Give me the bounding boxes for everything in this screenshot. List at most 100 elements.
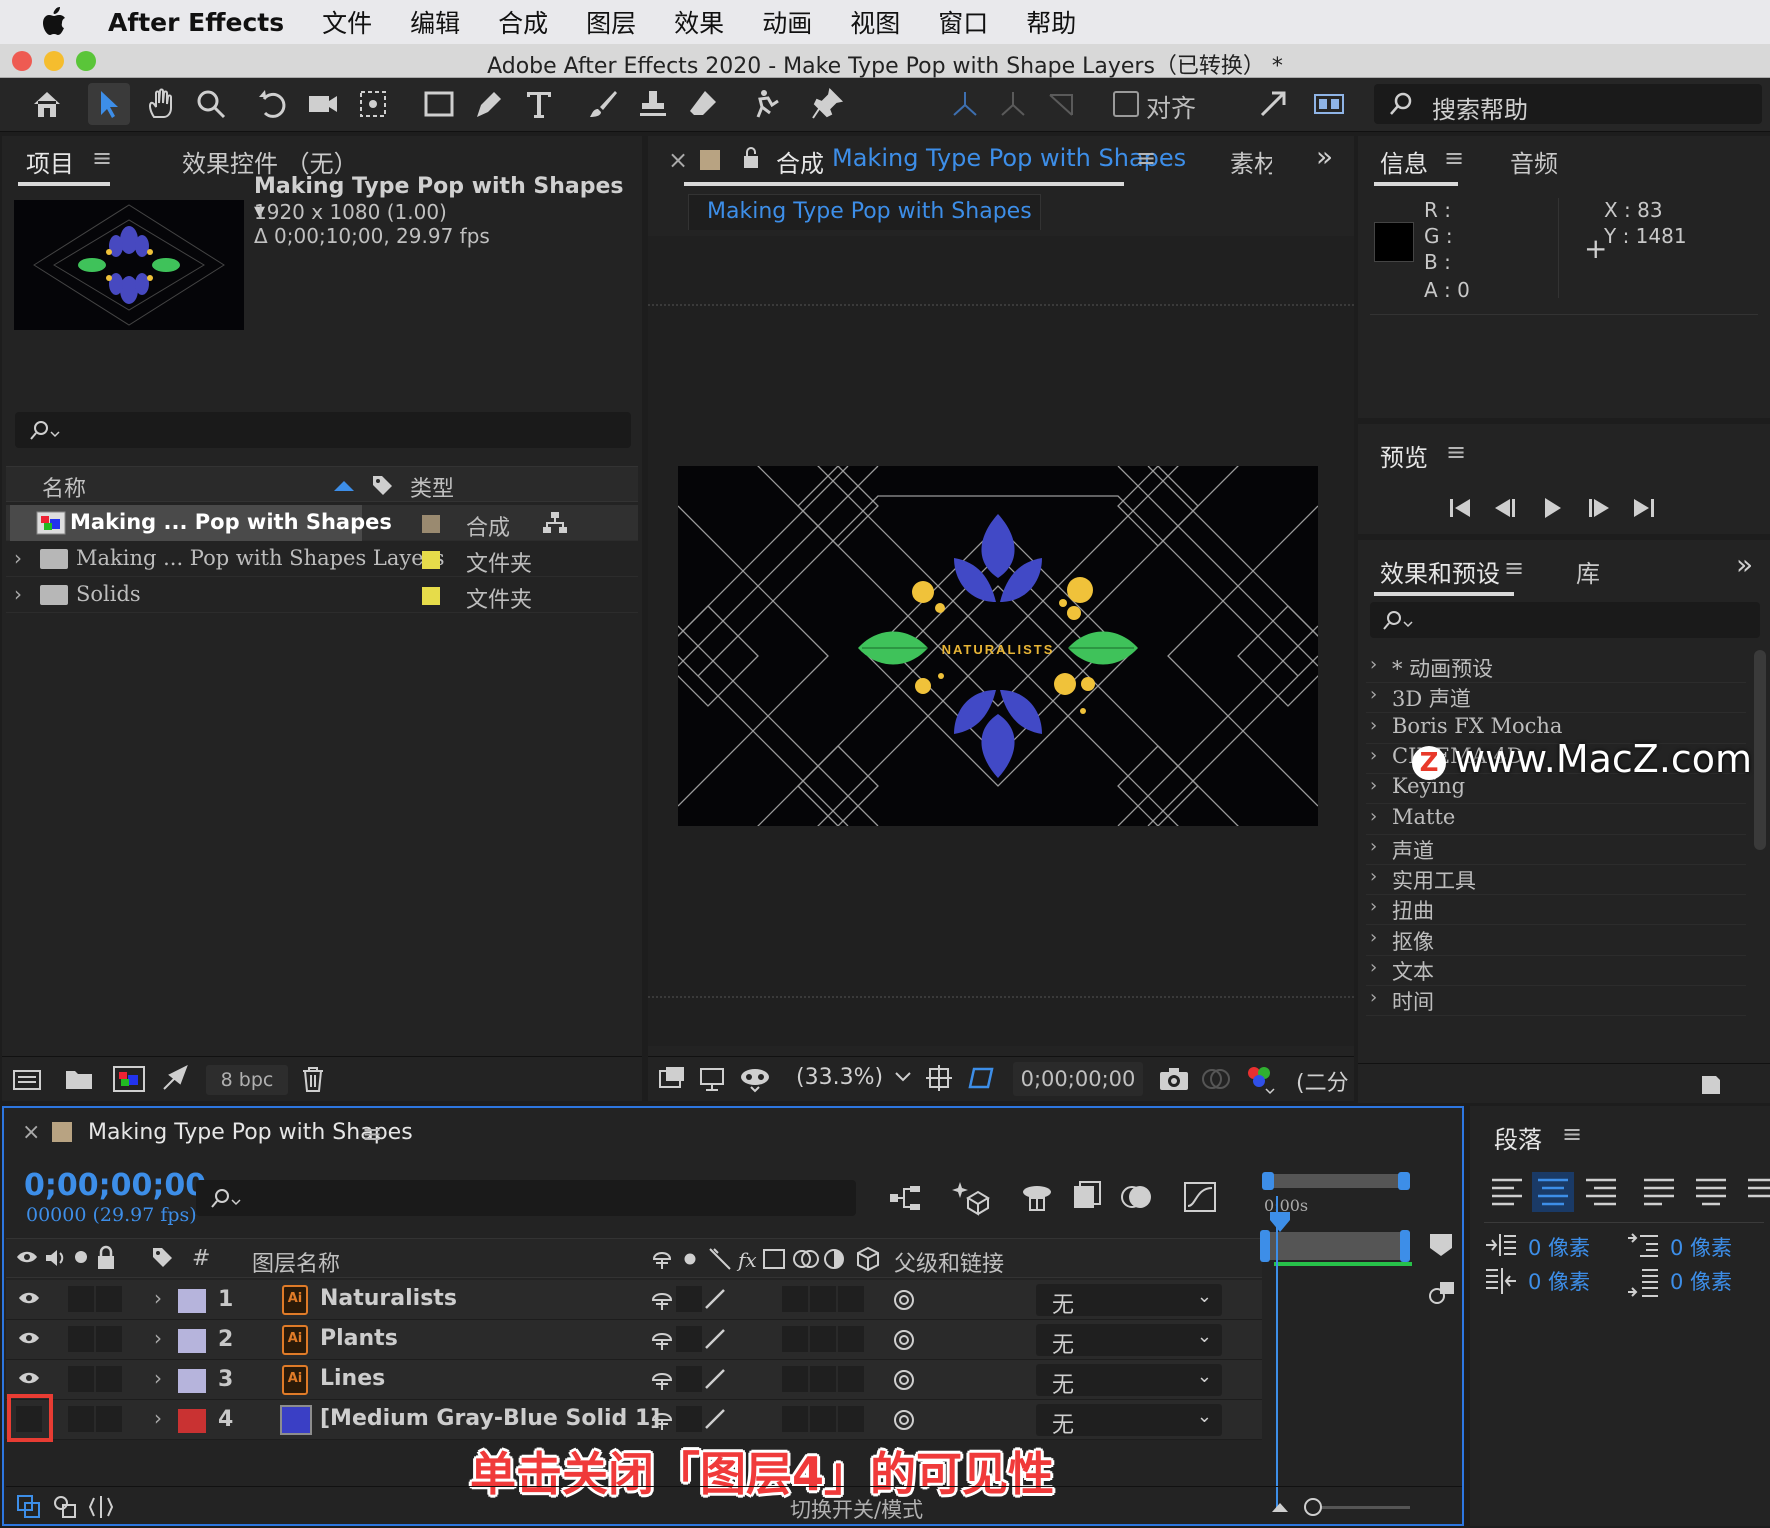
layer-label-color[interactable] (178, 1369, 206, 1393)
tab-effects-presets[interactable]: 效果和预设 (1380, 554, 1500, 589)
pick-whip-icon[interactable] (892, 1408, 916, 1432)
puppet-pin-tool-icon[interactable] (806, 83, 848, 125)
video-visibility-header-icon[interactable] (16, 1249, 38, 1265)
work-area-bar[interactable] (1262, 1174, 1406, 1188)
expand-chevron-icon[interactable]: › (154, 1286, 162, 1310)
expand-chevron-icon[interactable]: › (154, 1406, 162, 1430)
solo-switch[interactable] (68, 1366, 94, 1392)
project-search-input[interactable] (15, 412, 631, 448)
pan-behind-tool-icon[interactable] (352, 83, 394, 125)
region-of-interest-icon[interactable] (964, 1063, 996, 1095)
new-item-icon[interactable] (1698, 1072, 1724, 1098)
indent-right-value[interactable]: 0 像素 (1670, 1232, 1732, 1262)
flowchart-icon[interactable] (542, 511, 568, 535)
close-tab-icon[interactable]: × (668, 146, 688, 174)
col-name-header[interactable]: 名称 (42, 471, 86, 503)
project-item-folder[interactable]: › Making ... Pop with Shapes Layers 文件夹 (6, 541, 638, 577)
show-snapshot-icon[interactable] (1200, 1065, 1232, 1093)
timeline-menu-icon[interactable]: ≡ (362, 1120, 382, 1148)
world-axis-icon[interactable] (992, 83, 1034, 125)
help-search-box[interactable]: 搜索帮助 (1374, 84, 1762, 124)
zoom-tool-icon[interactable] (190, 83, 232, 125)
shy-layers-icon[interactable] (1020, 1180, 1054, 1214)
monitor-icon[interactable] (698, 1065, 726, 1093)
menu-composition[interactable]: 合成 (498, 4, 548, 40)
motion-blur-switch[interactable] (810, 1326, 836, 1352)
time-ruler[interactable]: 0:00s (1260, 1172, 1422, 1514)
layer-name[interactable]: Plants (320, 1326, 398, 1351)
label-swatch[interactable] (422, 551, 440, 569)
more-tabs-icon[interactable]: » (1316, 140, 1333, 173)
next-frame-icon[interactable] (1582, 492, 1614, 524)
pick-whip-icon[interactable] (892, 1328, 916, 1352)
col-parent-header[interactable]: 父级和链接 (894, 1246, 1004, 1278)
new-folder-icon[interactable] (64, 1067, 94, 1091)
work-area-start-handle[interactable] (1262, 1172, 1274, 1190)
menu-file[interactable]: 文件 (322, 4, 372, 40)
layer-name[interactable]: Lines (320, 1366, 385, 1391)
effects-category-item[interactable]: › 文本 (1366, 953, 1746, 986)
effects-scrollbar[interactable] (1754, 650, 1766, 850)
tab-library[interactable]: 库 (1576, 554, 1600, 589)
graph-editor-icon[interactable] (1182, 1180, 1218, 1214)
layer-switches-header-icons[interactable]: fx (650, 1245, 890, 1273)
tab-composition[interactable]: Making Type Pop with Shapes (832, 144, 1186, 172)
expand-chevron-icon[interactable]: › (1370, 715, 1377, 736)
shy-switch-icon[interactable] (650, 1368, 674, 1392)
effects-switch[interactable] (782, 1406, 808, 1432)
indent-left-value[interactable]: 0 像素 (1528, 1232, 1590, 1262)
chevron-down-icon[interactable] (894, 1071, 912, 1083)
tab-footage[interactable]: 素材 (1230, 144, 1272, 179)
brush-tool-icon[interactable] (582, 83, 624, 125)
first-frame-icon[interactable] (1444, 492, 1476, 524)
out-point-handle[interactable] (1400, 1230, 1410, 1262)
menu-view[interactable]: 视图 (850, 4, 900, 40)
rotate-tool-icon[interactable] (252, 83, 294, 125)
frame-blending-icon[interactable] (1070, 1180, 1104, 1214)
lock-switch[interactable] (96, 1406, 122, 1432)
menu-animation[interactable]: 动画 (762, 4, 812, 40)
transfer-controls-toggle-icon[interactable] (52, 1494, 78, 1520)
effects-search-input[interactable] (1370, 602, 1760, 638)
collapse-switch[interactable] (676, 1406, 702, 1432)
parent-dropdown[interactable]: 无 ⌄ (1036, 1284, 1222, 1318)
roto-brush-tool-icon[interactable] (746, 83, 788, 125)
shy-switch-icon[interactable] (650, 1328, 674, 1352)
snapshot-camera-icon[interactable] (1158, 1065, 1190, 1093)
lock-switch[interactable] (96, 1366, 122, 1392)
menu-layer[interactable]: 图层 (586, 4, 636, 40)
camera-tool-icon[interactable] (302, 83, 344, 125)
pick-whip-icon[interactable] (892, 1368, 916, 1392)
quality-switch-icon[interactable] (702, 1326, 728, 1352)
in-out-toggle-icon[interactable] (88, 1494, 114, 1520)
effects-category-item[interactable]: › * 动画预设 (1366, 650, 1746, 683)
col-layer-name-header[interactable]: 图层名称 (252, 1246, 340, 1278)
effects-switch[interactable] (782, 1366, 808, 1392)
motion-blur-icon[interactable] (1120, 1180, 1154, 1214)
mask-visibility-icon[interactable] (738, 1065, 772, 1093)
motion-blur-switch[interactable] (810, 1286, 836, 1312)
trash-icon[interactable] (300, 1065, 326, 1093)
comp-button-icon[interactable] (1426, 1278, 1456, 1308)
lock-header-icon[interactable] (96, 1245, 116, 1271)
lock-switch[interactable] (96, 1326, 122, 1352)
effects-category-item[interactable]: › Matte (1366, 802, 1746, 835)
alignment-buttons[interactable] (1488, 1172, 1770, 1212)
render-queue-icon[interactable] (160, 1065, 190, 1093)
tab-project[interactable]: 项目 (26, 144, 74, 179)
play-icon[interactable] (1536, 492, 1568, 524)
solo-switch[interactable] (68, 1286, 94, 1312)
last-frame-icon[interactable] (1628, 492, 1660, 524)
toggle-switches-modes-button[interactable]: 切换开关/模式 (790, 1494, 923, 1524)
snap-checkbox[interactable] (1113, 91, 1139, 117)
comp-menu-icon[interactable]: ≡ (1136, 144, 1156, 172)
timeline-search-input[interactable] (196, 1180, 856, 1216)
parent-dropdown[interactable]: 无 ⌄ (1036, 1404, 1222, 1438)
audio-header-icon[interactable] (44, 1247, 68, 1269)
more-tabs-icon[interactable]: » (1736, 548, 1753, 581)
label-swatch[interactable] (422, 587, 440, 605)
layer-switches-toggle-icon[interactable] (16, 1494, 42, 1520)
effects-category-item[interactable]: › 3D 声道 (1366, 680, 1746, 714)
adjustment-switch[interactable] (838, 1326, 864, 1352)
effects-category-item[interactable]: › 实用工具 (1366, 862, 1746, 896)
